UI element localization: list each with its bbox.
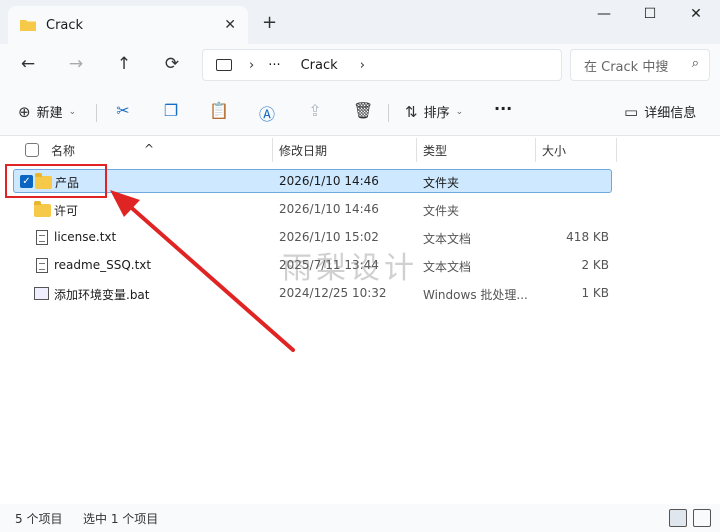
annotation-arrow xyxy=(110,190,295,352)
details-view-icon[interactable] xyxy=(669,509,687,527)
status-bar: 5 个项目 选中 1 个项目 xyxy=(0,504,720,532)
item-count: 5 个项目 xyxy=(15,512,63,526)
selected-count: 选中 1 个项目 xyxy=(83,512,159,526)
tiles-view-icon[interactable] xyxy=(693,509,711,527)
